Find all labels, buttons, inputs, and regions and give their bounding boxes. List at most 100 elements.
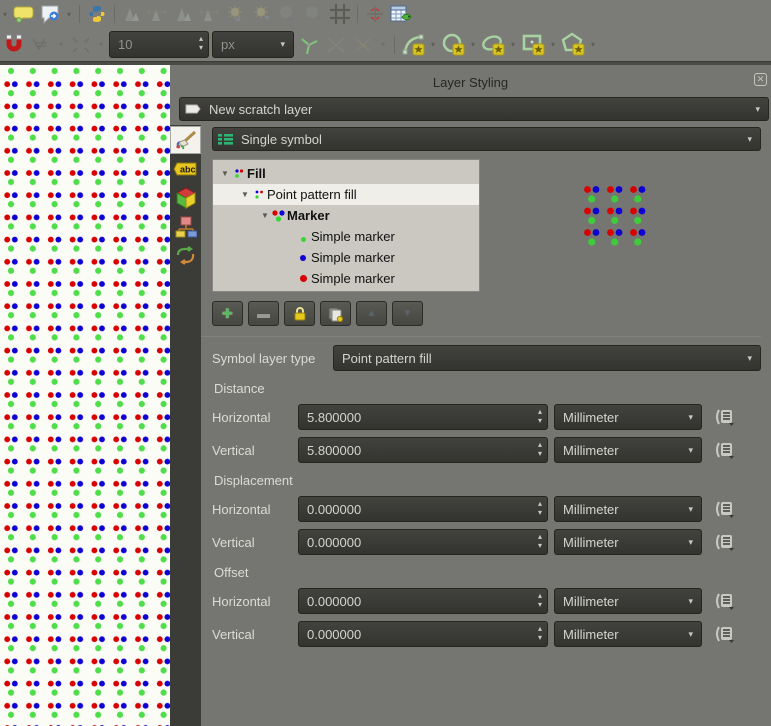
self-snapping-icon[interactable]: [351, 33, 375, 57]
symbol-layer-type-row: Symbol layer type Point pattern fill ▾: [212, 345, 761, 371]
history-undo-icon: [175, 246, 197, 266]
tab-symbology[interactable]: [170, 126, 201, 154]
snapping-type-dropdown-icon[interactable]: ▾: [96, 40, 106, 49]
ellipse-dropdown-icon[interactable]: ▾: [508, 40, 518, 49]
distance-horizontal-input[interactable]: 5.800000 ▴▾: [298, 404, 548, 430]
grid-icon[interactable]: [328, 2, 352, 26]
offset-vertical-input[interactable]: 0.000000 ▴▾: [298, 621, 548, 647]
override-icon: [712, 591, 736, 611]
displacement-vertical-label: Vertical: [212, 535, 298, 550]
python-console-icon[interactable]: [85, 2, 109, 26]
spinner-arrows-icon[interactable]: ▴▾: [538, 624, 542, 642]
data-defined-override-button[interactable]: [712, 624, 736, 644]
rectangle-dropdown-icon[interactable]: ▾: [548, 40, 558, 49]
move-down-button[interactable]: ▼: [392, 301, 423, 326]
digitize-regular-polygon-icon[interactable]: [561, 33, 585, 57]
decrease-contrast-icon[interactable]: [302, 2, 326, 26]
tree-item-point-pattern-fill[interactable]: ▼ Point pattern fill: [213, 184, 479, 205]
layer-select-value: New scratch layer: [201, 102, 312, 117]
tracing-icon[interactable]: [297, 33, 321, 57]
tree-item-fill[interactable]: ▼ Fill: [213, 163, 479, 184]
distance-horizontal-value: 5.800000: [299, 410, 361, 425]
circle-dropdown-icon[interactable]: ▾: [468, 40, 478, 49]
displacement-horizontal-input[interactable]: 0.000000 ▴▾: [298, 496, 548, 522]
move-up-button[interactable]: ▲: [356, 301, 387, 326]
spinner-arrows-icon[interactable]: ▴▾: [538, 532, 542, 550]
data-defined-override-button[interactable]: [712, 440, 736, 460]
digitize-circle-icon[interactable]: [441, 33, 465, 57]
digitize-ellipse-icon[interactable]: [481, 33, 505, 57]
map-tips-icon[interactable]: [12, 2, 36, 26]
enable-snapping-icon[interactable]: [2, 33, 26, 57]
spinner-arrows-icon[interactable]: ▴▾: [538, 591, 542, 609]
increase-brightness-icon[interactable]: [224, 2, 248, 26]
spinner-arrows-icon[interactable]: ▴▾: [538, 407, 542, 425]
self-snapping-dropdown-icon[interactable]: ▾: [378, 40, 388, 49]
snapping-tolerance-input[interactable]: 10 ▴▾: [109, 31, 209, 58]
divider: [201, 336, 761, 337]
lock-color-button[interactable]: [284, 301, 315, 326]
offset-horizontal-unit-select[interactable]: Millimeter ▾: [554, 588, 702, 614]
dropdown-caret-icon: ▾: [755, 104, 768, 115]
tree-item-simple-marker-red[interactable]: Simple marker: [213, 268, 479, 289]
expander-icon[interactable]: ▼: [239, 190, 251, 199]
digitize-rectangle-icon[interactable]: [521, 33, 545, 57]
tab-3d-view[interactable]: [170, 184, 201, 212]
snapping-mode-icon[interactable]: [29, 33, 53, 57]
symbol-layer-type-select[interactable]: Point pattern fill ▾: [333, 345, 761, 371]
tab-history[interactable]: [170, 242, 201, 270]
data-defined-override-button[interactable]: [712, 532, 736, 552]
tab-diagrams[interactable]: [170, 213, 201, 241]
offset-horizontal-input[interactable]: 0.000000 ▴▾: [298, 588, 548, 614]
tree-item-label: Point pattern fill: [267, 187, 357, 202]
displacement-vertical-input[interactable]: 0.000000 ▴▾: [298, 529, 548, 555]
avoid-intersections-icon[interactable]: [324, 33, 348, 57]
close-icon[interactable]: ✕: [754, 73, 767, 86]
distance-horizontal-unit-select[interactable]: Millimeter ▾: [554, 404, 702, 430]
center-crosshair-icon[interactable]: [363, 2, 387, 26]
displacement-horizontal-unit-select[interactable]: Millimeter ▾: [554, 496, 702, 522]
local-histogram-stretch-icon[interactable]: [120, 2, 144, 26]
data-defined-override-button[interactable]: [712, 591, 736, 611]
unit-value: Millimeter: [555, 443, 619, 458]
increase-contrast-icon[interactable]: [276, 2, 300, 26]
spinner-arrows-icon[interactable]: ▴▾: [538, 440, 542, 458]
tree-item-simple-marker-blue[interactable]: Simple marker: [213, 247, 479, 268]
expander-icon[interactable]: ▼: [259, 211, 271, 220]
digitize-circular-string-icon[interactable]: [401, 33, 425, 57]
decrease-brightness-icon[interactable]: [250, 2, 274, 26]
map-canvas[interactable]: [0, 65, 170, 726]
data-defined-override-button[interactable]: [712, 499, 736, 519]
overflow-dropdown-icon[interactable]: ▾: [0, 10, 10, 19]
add-symbol-layer-button[interactable]: ✚: [212, 301, 243, 326]
renderer-select[interactable]: Single symbol ▾: [212, 127, 761, 151]
snapping-type-icon[interactable]: [69, 33, 93, 57]
polygon-dropdown-icon[interactable]: ▾: [588, 40, 598, 49]
distance-vertical-unit-select[interactable]: Millimeter ▾: [554, 437, 702, 463]
override-icon: [712, 532, 736, 552]
tree-item-simple-marker-green[interactable]: Simple marker: [213, 226, 479, 247]
expander-icon[interactable]: ▼: [219, 169, 231, 178]
tree-item-marker[interactable]: ▼ Marker: [213, 205, 479, 226]
distance-vertical-input[interactable]: 5.800000 ▴▾: [298, 437, 548, 463]
attribute-table-icon[interactable]: [389, 2, 413, 26]
displacement-vertical-unit-select[interactable]: Millimeter ▾: [554, 529, 702, 555]
show-map-tips-icon[interactable]: [38, 2, 62, 26]
remove-symbol-layer-button[interactable]: ▬: [248, 301, 279, 326]
tab-labels[interactable]: abc: [170, 155, 201, 183]
spinner-arrows-icon[interactable]: ▴▾: [199, 34, 203, 52]
snapping-mode-dropdown-icon[interactable]: ▾: [56, 40, 66, 49]
offset-vertical-unit-select[interactable]: Millimeter ▾: [554, 621, 702, 647]
full-cumulative-stretch-icon[interactable]: [198, 2, 222, 26]
full-histogram-stretch-icon[interactable]: [146, 2, 170, 26]
displacement-section-title: Displacement: [214, 473, 761, 488]
spinner-arrows-icon[interactable]: ▴▾: [538, 499, 542, 517]
map-tips-dropdown-icon[interactable]: ▾: [64, 10, 74, 19]
data-defined-override-button[interactable]: [712, 407, 736, 427]
local-cumulative-stretch-icon[interactable]: [172, 2, 196, 26]
layer-select[interactable]: New scratch layer ▾: [179, 97, 769, 121]
circular-string-dropdown-icon[interactable]: ▾: [428, 40, 438, 49]
snapping-unit-select[interactable]: px ▾: [212, 31, 294, 58]
point-pattern-fill-icon: [251, 189, 267, 201]
duplicate-symbol-layer-button[interactable]: [320, 301, 351, 326]
